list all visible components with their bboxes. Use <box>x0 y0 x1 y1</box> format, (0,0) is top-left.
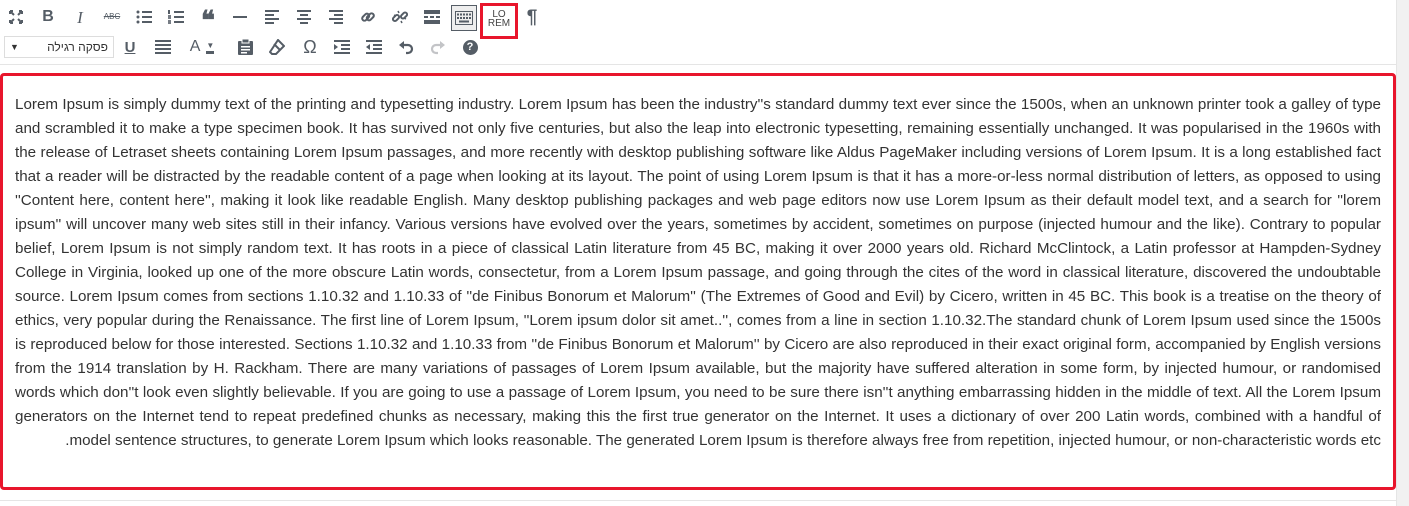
pilcrow-icon: ¶ <box>526 6 538 28</box>
outdent-button[interactable] <box>360 33 388 61</box>
bold-button[interactable]: B <box>34 3 62 31</box>
strikethrough-button[interactable]: ABC <box>98 3 126 31</box>
bulleted-list-button[interactable] <box>130 3 158 31</box>
unlink-icon <box>392 10 408 24</box>
chevron-down-icon: ▼ <box>10 42 19 52</box>
indent-button[interactable] <box>328 33 356 61</box>
redo-icon <box>430 41 445 55</box>
toolbar-row-2: ▼ פסקה רגילה U A ▼ Ω ? <box>0 33 1396 63</box>
align-right-icon <box>329 10 343 24</box>
lorem-ipsum-button[interactable]: LO REM <box>485 5 513 33</box>
eraser-icon <box>269 39 285 55</box>
paragraph-format-select[interactable]: ▼ פסקה רגילה <box>4 36 114 58</box>
underline-button[interactable]: U <box>116 33 144 61</box>
underline-icon: U <box>124 38 136 56</box>
justify-icon <box>155 40 171 54</box>
editor-bottom-border <box>0 500 1396 501</box>
redo-button[interactable] <box>424 33 452 61</box>
fullscreen-button[interactable] <box>2 3 30 31</box>
italic-button[interactable]: I <box>66 3 94 31</box>
vertical-scrollbar[interactable] <box>1396 0 1409 506</box>
text-color-dropdown-icon: ▼ <box>206 41 215 54</box>
paragraph-direction-button[interactable]: ¶ <box>518 3 546 31</box>
bold-icon: B <box>42 8 54 25</box>
text-color-button[interactable]: A ▼ <box>182 33 222 61</box>
align-left-button[interactable] <box>258 3 286 31</box>
fullscreen-icon <box>9 10 23 24</box>
clear-formatting-button[interactable] <box>263 33 291 61</box>
insert-link-button[interactable] <box>354 3 382 31</box>
horizontal-line-icon <box>233 16 247 18</box>
italic-icon: I <box>77 7 83 27</box>
bulleted-list-icon <box>136 10 152 24</box>
link-icon <box>361 12 375 22</box>
remove-link-button[interactable] <box>386 3 414 31</box>
editor-paragraph[interactable]: Lorem Ipsum is simply dummy text of the … <box>15 93 1381 453</box>
paste-as-text-button[interactable] <box>231 33 259 61</box>
lorem-button-label-line2: REM <box>487 18 511 29</box>
clipboard-icon <box>237 39 253 55</box>
horizontal-line-button[interactable] <box>226 3 254 31</box>
omega-icon: Ω <box>303 37 317 57</box>
toolbar-divider <box>0 64 1396 65</box>
toolbar-row-1: B I ABC ❝ LO REM ¶ <box>0 3 1396 39</box>
blockquote-button[interactable]: ❝ <box>194 3 222 35</box>
numbered-list-icon <box>168 10 184 24</box>
toolbar-toggle-button[interactable] <box>451 5 477 31</box>
strikethrough-icon: ABC <box>103 12 121 21</box>
align-center-icon <box>297 10 311 24</box>
blockquote-icon: ❝ <box>201 6 215 35</box>
numbered-list-button[interactable] <box>162 3 190 31</box>
text-color-icon: A <box>189 38 201 55</box>
outdent-icon <box>366 40 382 54</box>
undo-icon <box>399 41 414 55</box>
align-center-button[interactable] <box>290 3 318 31</box>
help-icon: ? <box>462 39 478 55</box>
paragraph-format-value: פסקה רגילה <box>47 40 108 54</box>
help-button[interactable]: ? <box>456 33 484 61</box>
indent-icon <box>334 40 350 54</box>
justify-button[interactable] <box>149 33 177 61</box>
editor-content-area[interactable]: Lorem Ipsum is simply dummy text of the … <box>15 93 1381 453</box>
editor-frame-highlight: Lorem Ipsum is simply dummy text of the … <box>0 73 1396 490</box>
read-more-icon <box>424 10 440 24</box>
undo-button[interactable] <box>392 33 420 61</box>
align-right-button[interactable] <box>322 3 350 31</box>
special-character-button[interactable]: Ω <box>296 33 324 61</box>
read-more-button[interactable] <box>418 3 446 31</box>
keyboard-icon <box>455 11 473 25</box>
align-left-icon <box>265 10 279 24</box>
